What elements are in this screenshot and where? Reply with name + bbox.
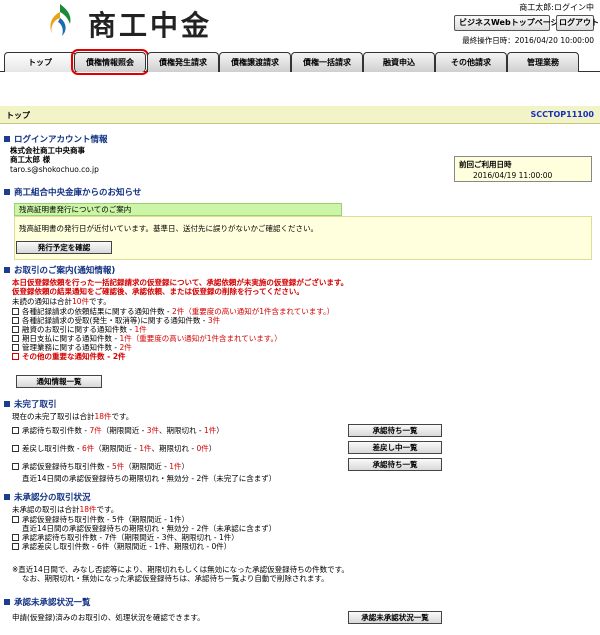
biz-top-button[interactable]: ビジネスWebトップページへ — [454, 15, 567, 31]
returned-list-button[interactable]: 差戻し中一覧 — [348, 441, 442, 454]
unapproved-row: 承認差戻し取引件数 ‐ 6件（期限間近 ‐ 1件、期限切れ ‐ 0件） — [12, 541, 231, 552]
tab-credit-issuance[interactable]: 債権発生請求 — [147, 52, 219, 72]
tab-top[interactable]: トップ — [4, 52, 76, 72]
section-marker-icon — [4, 494, 10, 500]
incomplete-summary: 現在の未完了取引は合計18件です。 — [12, 412, 134, 421]
last-login-label: 前回ご利用日時 — [459, 160, 512, 169]
checkbox-icon — [12, 445, 19, 452]
tab-other-request[interactable]: その他請求 — [435, 52, 507, 72]
checkbox-icon — [12, 317, 19, 324]
checkbox-icon — [12, 335, 19, 342]
checkbox-icon — [12, 308, 19, 315]
registration-status-body: 申請(仮登録)済みのお取引の、処理状況を確認できます。 — [12, 613, 205, 622]
incomplete-sub-line: 直近14日間の承認仮登録待ちの期限切れ・無効分 ‐ 2件（未完了に含まず） — [22, 474, 277, 483]
checkbox-icon — [12, 427, 19, 434]
section-marker-icon — [4, 599, 10, 605]
incomplete-row: 承認仮登録待ち取引件数 ‐ 5件（期限間近 ‐ 1件） — [12, 461, 189, 472]
page-title: トップ — [6, 111, 30, 120]
last-login-box: 前回ご利用日時 2016/04/19 11:00:00 — [454, 156, 592, 182]
bank-notice-heading: 商工組合中央金庫からのお知らせ — [4, 186, 141, 198]
tab-credit-inquiry[interactable]: 債権情報照会 — [71, 49, 149, 75]
notice-title: 残高証明書発行についてのご案内 — [14, 203, 342, 216]
tab-credit-transfer[interactable]: 債権譲渡請求 — [219, 52, 291, 72]
provisional-waiting-list-button[interactable]: 承認待ち一覧 — [348, 458, 442, 471]
checkbox-icon — [12, 344, 19, 351]
tab-management[interactable]: 管理業務 — [507, 52, 579, 72]
email-address: taro.s@shokochuo.co.jp — [10, 165, 99, 174]
notification-list-button[interactable]: 通知情報一覧 — [16, 375, 102, 388]
person-name: 商工太郎 様 — [10, 155, 51, 164]
section-marker-icon — [4, 189, 10, 195]
registration-status-list-button[interactable]: 承認未承認状況一覧 — [348, 611, 442, 624]
login-account-heading: ログインアカウント情報 — [4, 133, 108, 145]
unread-count: 10件 — [72, 297, 90, 306]
tab-loan-application[interactable]: 融資申込 — [363, 52, 435, 72]
checkbox-icon — [12, 534, 19, 541]
checkbox-icon — [12, 326, 19, 333]
notifications-heading: お取引のご案内(通知情報) — [4, 264, 115, 276]
check-schedule-button[interactable]: 発行予定を確認 — [16, 241, 112, 254]
page-title-bar: トップ SCCTOP11100 — [0, 106, 600, 124]
logout-button[interactable]: ログアウト — [556, 15, 599, 31]
logo-text: 商工中金 — [88, 9, 213, 42]
checkbox-icon — [12, 463, 19, 470]
notice-body: 残高証明書の発行日が近付いています。基準日、送付先に誤りがないかご確認ください。 — [19, 224, 319, 233]
unapproved-note-2: なお、期限切れ・無効になった承認仮登録待ちは、承認待ち一覧より自動で削除されます… — [22, 574, 329, 583]
header: 商工中金 商工太郎:ログイン中 ビジネスWebトップページへ ログアウト 最終操… — [0, 0, 600, 48]
screen-id: SCCTOP11100 — [530, 110, 594, 119]
checkbox-icon — [12, 543, 19, 550]
tab-bulk-request[interactable]: 債権一括請求 — [291, 52, 363, 72]
incomplete-row: 承認待ち取引件数 ‐ 7件（期限間近 ‐ 3件、期限切れ ‐ 1件） — [12, 425, 224, 436]
logo-icon — [50, 4, 71, 36]
checkbox-icon — [12, 516, 19, 523]
last-login-value: 2016/04/19 11:00:00 — [473, 171, 553, 180]
section-marker-icon — [4, 136, 10, 142]
registration-status-heading: 承認未承認状況一覧 — [4, 596, 91, 608]
important-notification-item[interactable]: その他の重要な通知件数 ‐ 2件 — [12, 351, 126, 362]
user-name: 商工太郎:ログイン中 — [519, 3, 594, 12]
section-marker-icon — [4, 267, 10, 273]
incomplete-heading: 未完了取引 — [4, 398, 57, 410]
approval-waiting-list-button[interactable]: 承認待ち一覧 — [348, 424, 442, 437]
main-tabs: トップ 債権情報照会 債権発生請求 債権譲渡請求 債権一括請求 融資申込 その他… — [0, 49, 600, 75]
last-operation-time: 最終操作日時：2016/04/20 10:00:00 — [462, 36, 594, 45]
unapproved-heading: 未承認分の取引状況 — [4, 491, 91, 503]
section-marker-icon — [4, 401, 10, 407]
incomplete-row: 差戻し取引件数 ‐ 6件（期限間近 ‐ 1件、期限切れ ‐ 0件） — [12, 443, 216, 454]
checkbox-icon — [12, 353, 19, 360]
